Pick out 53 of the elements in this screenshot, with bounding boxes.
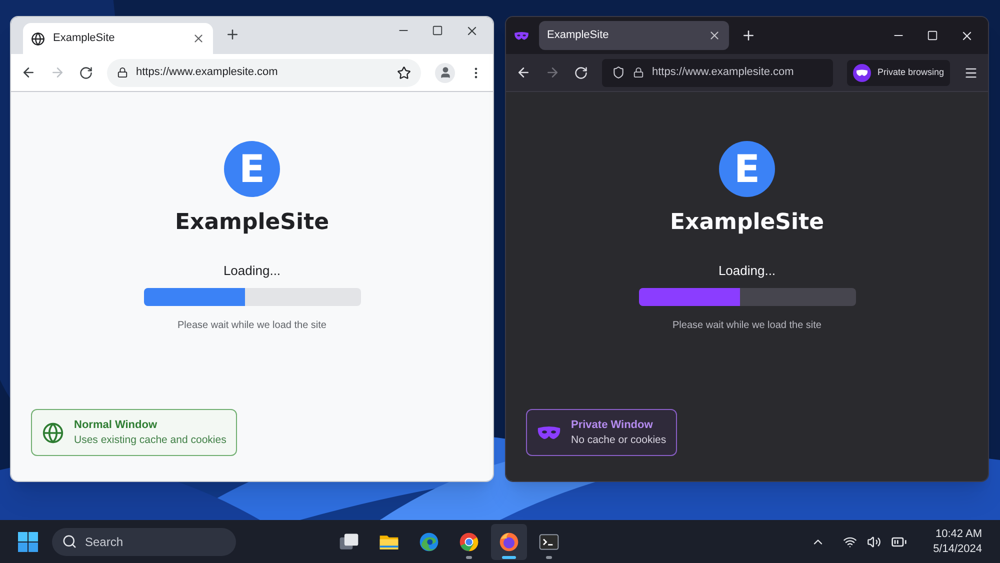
- loading-text: Loading...: [223, 262, 281, 280]
- site-name: ExampleSite: [174, 209, 330, 237]
- profile-icon[interactable]: [435, 62, 455, 82]
- url-text: https://www.examplesite.com: [652, 65, 795, 80]
- site-logo: E: [719, 141, 775, 197]
- mask-icon: [853, 64, 872, 82]
- mask-icon: [514, 30, 529, 40]
- taskbar-app[interactable]: [491, 524, 527, 560]
- url-text: https://www.examplesite.com: [136, 65, 279, 80]
- running-indicator: [502, 556, 516, 558]
- shield-icon: [612, 66, 625, 79]
- new-tab-icon[interactable]: [225, 27, 240, 42]
- lock-icon: [117, 67, 128, 78]
- loading-text: Loading...: [718, 262, 776, 280]
- running-indicator: [466, 556, 472, 558]
- site-name: ExampleSite: [670, 209, 824, 237]
- address-bar[interactable]: https://www.examplesite.com: [107, 58, 421, 86]
- lock-icon: [633, 67, 644, 78]
- hint-text: Please wait while we load the site: [672, 318, 822, 332]
- globe-icon: [31, 32, 45, 46]
- badge-subtitle: No cache or cookies: [571, 432, 666, 448]
- search-icon: [62, 534, 77, 549]
- hint-text: Please wait while we load the site: [178, 318, 326, 332]
- bookmark-star-icon[interactable]: [397, 66, 411, 80]
- globe-icon: [42, 422, 64, 444]
- private-browsing-indicator[interactable]: Private browsing: [847, 60, 950, 86]
- tricolor-circle-icon[interactable]: [458, 530, 480, 552]
- wave-circle-icon[interactable]: [418, 530, 440, 552]
- badge-title: Normal Window: [74, 418, 158, 432]
- reload-icon[interactable]: [79, 66, 93, 80]
- browser-tab[interactable]: ExampleSite: [539, 21, 729, 50]
- mask-icon: [537, 426, 561, 440]
- fox-globe-icon[interactable]: [498, 530, 520, 552]
- running-indicator: [546, 556, 552, 558]
- clock-date[interactable]: 5/14/2024: [933, 542, 982, 556]
- browser-tab[interactable]: ExampleSite: [23, 23, 213, 54]
- badge-subtitle: Uses existing cache and cookies: [74, 432, 226, 448]
- clock-time[interactable]: 10:42 AM: [936, 526, 982, 542]
- close-tab-icon[interactable]: [192, 32, 205, 45]
- search-field[interactable]: Search: [52, 528, 236, 556]
- back-icon[interactable]: [516, 65, 531, 80]
- start-icon[interactable]: [18, 532, 38, 552]
- close-tab-icon[interactable]: [708, 29, 721, 42]
- badge-title: Private Window: [571, 418, 654, 432]
- speaker-icon[interactable]: [867, 534, 882, 548]
- menu-icon[interactable]: [964, 66, 978, 80]
- maximize-icon[interactable]: [432, 25, 443, 36]
- site-logo: E: [224, 141, 280, 197]
- forward-icon[interactable]: [545, 65, 560, 80]
- address-bar[interactable]: https://www.examplesite.com: [602, 58, 834, 86]
- wifi-icon[interactable]: [843, 534, 858, 548]
- back-icon[interactable]: [21, 65, 36, 80]
- new-tab-icon[interactable]: [741, 28, 756, 43]
